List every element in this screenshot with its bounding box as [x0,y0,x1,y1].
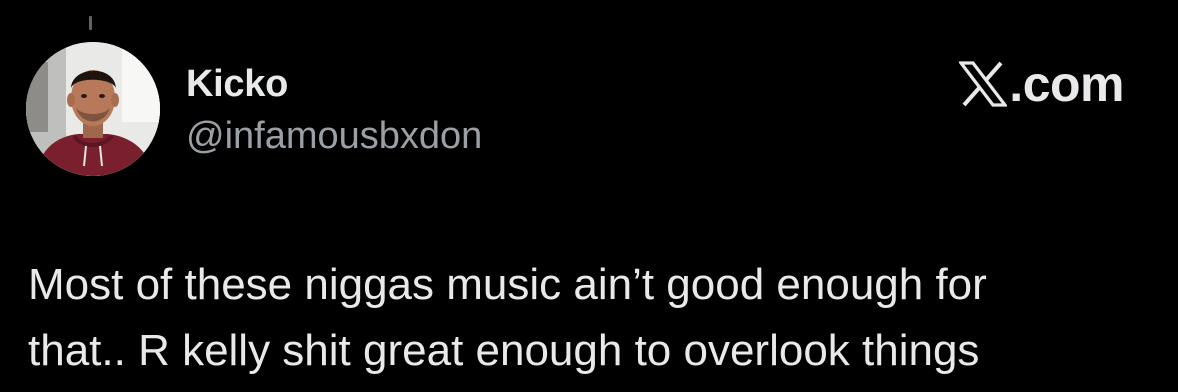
display-name[interactable]: Kicko [186,62,482,106]
avatar[interactable] [26,42,160,176]
x-logo-icon [959,61,1008,107]
top-divider-mark [89,16,92,30]
brand-domain-text: .com [1009,56,1124,112]
author-block: Kicko @infamousbxdon [186,62,482,158]
brand-watermark: .com [959,56,1124,112]
user-handle[interactable]: @infamousbxdon [186,114,482,158]
profile-photo-icon [26,42,160,176]
tweet-text: Most of these niggas music ain’t good en… [28,260,987,375]
